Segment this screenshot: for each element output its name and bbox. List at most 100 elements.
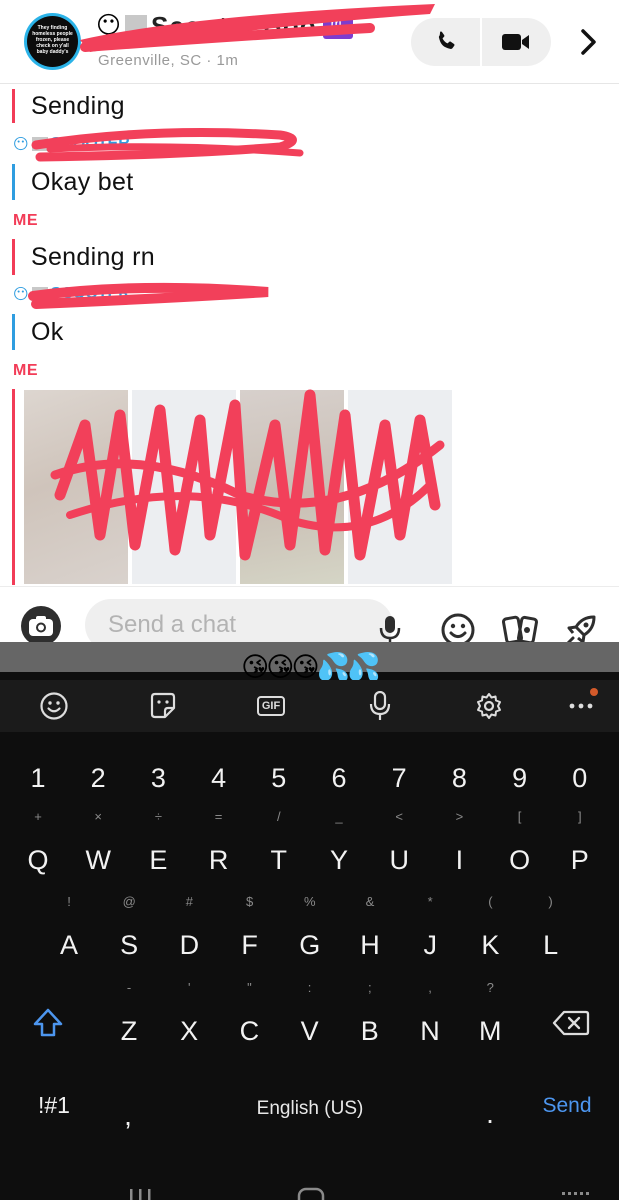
key-label: U xyxy=(389,845,409,875)
key[interactable]: C " xyxy=(219,980,279,1066)
key-label: Z xyxy=(120,1016,138,1046)
key[interactable]: N, xyxy=(400,980,460,1066)
voice-call-button[interactable] xyxy=(411,18,480,66)
key-label: X xyxy=(180,1016,199,1046)
key[interactable]: V: xyxy=(280,980,340,1066)
key[interactable]: S @ xyxy=(99,894,159,980)
location-status: Greenville, SC · 1m xyxy=(98,52,239,69)
media-tile[interactable] xyxy=(24,390,128,584)
key-secondary-label: ( xyxy=(488,894,493,909)
message-them[interactable]: Ok xyxy=(12,314,64,350)
key[interactable]: M? xyxy=(460,980,520,1066)
key[interactable]: W × xyxy=(68,809,128,895)
sender-emoji: 😶 xyxy=(13,286,29,303)
key[interactable]: Y _ xyxy=(309,809,369,895)
send-key[interactable]: Send xyxy=(527,1094,607,1118)
key-label: 2 xyxy=(90,763,106,793)
symbols-key[interactable]: !#1 xyxy=(18,1092,90,1119)
keyboard-sticker-button[interactable] xyxy=(143,686,183,726)
keyboard-emoji-button[interactable] xyxy=(34,686,74,726)
key[interactable]: 9 xyxy=(490,743,550,813)
media-tile[interactable] xyxy=(240,390,344,584)
backspace-icon xyxy=(552,1010,590,1036)
key[interactable]: L) xyxy=(521,894,581,980)
key-secondary-label: [ xyxy=(517,809,522,824)
zodiac-icon: ♏ xyxy=(322,13,353,39)
key[interactable]: 0 xyxy=(550,743,610,813)
key[interactable]: 4 xyxy=(189,743,249,813)
media-accent-bar xyxy=(12,389,15,585)
key-label: 7 xyxy=(391,763,407,793)
sender-emoji: 😶 xyxy=(13,136,29,153)
video-call-button[interactable] xyxy=(482,18,551,66)
key-label: G xyxy=(299,930,321,960)
key[interactable]: X ' xyxy=(159,980,219,1066)
video-icon xyxy=(502,34,530,50)
key[interactable]: U < xyxy=(369,809,429,895)
recent-apps-icon[interactable] xyxy=(125,1184,155,1200)
key[interactable]: 3 xyxy=(128,743,188,813)
emoji-suggestions[interactable]: 😘😘😘💦💦 xyxy=(0,651,619,683)
backspace-key[interactable] xyxy=(541,992,601,1052)
key-secondary-label: > xyxy=(455,809,464,824)
bitmoji-placeholder-icon xyxy=(31,137,48,151)
key-secondary-label: × xyxy=(94,809,102,824)
shift-key[interactable] xyxy=(18,992,78,1052)
key[interactable]: T / xyxy=(249,809,309,895)
home-icon[interactable] xyxy=(296,1184,326,1200)
chevron-right-button[interactable] xyxy=(574,26,604,58)
key[interactable]: G% xyxy=(280,894,340,980)
key-label: C xyxy=(239,1016,260,1046)
key[interactable]: Q + xyxy=(8,809,68,895)
key-label: 6 xyxy=(331,763,347,793)
keyboard-settings-button[interactable] xyxy=(469,686,509,726)
key[interactable]: H & xyxy=(340,894,400,980)
key[interactable]: P] xyxy=(550,809,610,895)
message-text: Okay bet xyxy=(31,168,134,196)
avatar[interactable]: They finding homeless people frozen, ple… xyxy=(24,13,81,70)
keyboard-voice-button[interactable] xyxy=(360,686,400,726)
key[interactable]: B; xyxy=(340,980,400,1066)
space-key[interactable]: English (US) xyxy=(205,1098,415,1120)
key-label: J xyxy=(423,930,437,960)
key-label: Y xyxy=(329,845,348,875)
message-me[interactable]: Sending rn xyxy=(12,239,155,275)
key[interactable]: J * xyxy=(400,894,460,980)
keyboard-gif-button[interactable]: GIF xyxy=(251,686,291,726)
chevron-right-icon xyxy=(581,29,596,55)
key-label: Q xyxy=(27,845,49,875)
key[interactable]: O[ xyxy=(490,809,550,895)
period-key[interactable]: . xyxy=(460,1098,520,1130)
key[interactable]: 7 xyxy=(369,743,429,813)
media-tile[interactable] xyxy=(348,390,452,584)
key[interactable]: A! xyxy=(39,894,99,980)
message-them[interactable]: Okay bet xyxy=(12,164,133,200)
microphone-icon[interactable] xyxy=(378,615,402,645)
key[interactable]: I > xyxy=(429,809,489,895)
key[interactable]: 2 xyxy=(68,743,128,813)
key-label: N xyxy=(420,1016,440,1046)
key-label: L xyxy=(543,930,559,960)
key[interactable]: D # xyxy=(159,894,219,980)
sender-name: SCOOTER xyxy=(50,285,130,302)
comma-key[interactable]: , xyxy=(98,1100,158,1132)
key[interactable]: F $ xyxy=(220,894,280,980)
microphone-icon xyxy=(369,691,391,720)
bitmoji-placeholder-icon xyxy=(31,287,48,301)
keyboard-grid-icon[interactable] xyxy=(560,1184,590,1200)
key[interactable]: Z- xyxy=(99,980,159,1066)
key-secondary-label: - xyxy=(126,980,132,995)
key[interactable]: E ÷ xyxy=(128,809,188,895)
key[interactable]: 6 xyxy=(309,743,369,813)
message-me[interactable]: Sending xyxy=(12,89,125,123)
key[interactable]: 8 xyxy=(429,743,489,813)
contact-name-row[interactable]: 😶 Scooter Boo ♏ xyxy=(96,8,353,44)
key[interactable]: 5 xyxy=(249,743,309,813)
camera-button[interactable] xyxy=(21,606,61,646)
key[interactable]: 1 xyxy=(8,743,68,813)
key[interactable]: R = xyxy=(189,809,249,895)
media-tile[interactable] xyxy=(132,390,236,584)
key-secondary-label: + xyxy=(34,809,42,824)
key[interactable]: K( xyxy=(460,894,520,980)
key-label: D xyxy=(179,930,200,960)
